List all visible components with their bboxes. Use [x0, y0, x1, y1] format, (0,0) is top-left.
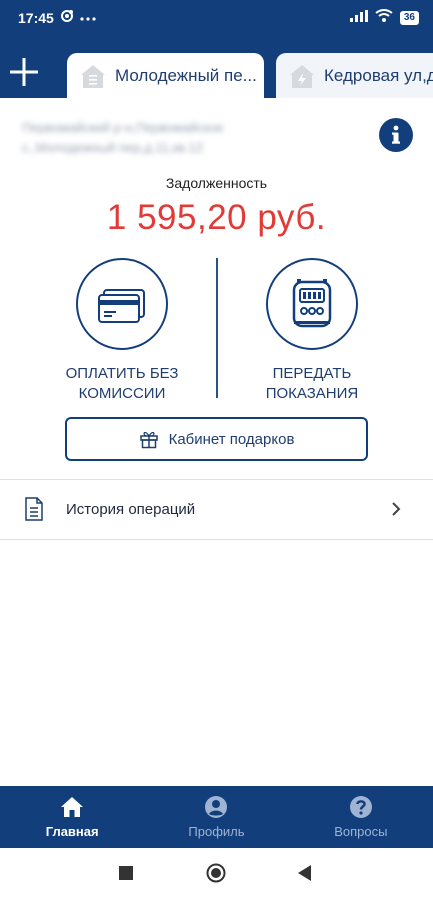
profile-icon: [205, 796, 228, 818]
account-tabs-bar: Молодежный пе... Кедровая ул,д: [0, 36, 433, 98]
pay-label-line-1: Оплатить без: [65, 365, 179, 382]
info-icon: [392, 125, 400, 144]
tab-label: Кедровая ул,д: [324, 65, 433, 85]
nav-home-label: Главная: [45, 824, 99, 839]
meters-circle: [266, 258, 358, 350]
pay-without-commission-button[interactable]: Оплатить без комиссии: [27, 258, 217, 404]
circle-icon: [206, 863, 226, 883]
document-icon: [24, 497, 44, 526]
meters-label-line-2: показания: [265, 385, 359, 402]
credit-card-icon: [98, 289, 145, 323]
address-line-2: с.,Молодежный пер,д.11,кв.12: [22, 140, 204, 155]
meter-icon: [292, 279, 332, 328]
nav-profile[interactable]: Профиль: [144, 786, 288, 848]
back-triangle-icon: [298, 865, 311, 881]
history-row[interactable]: История операций: [0, 480, 433, 539]
debt-amount: 1 595,20 руб.: [106, 198, 327, 237]
back-button[interactable]: [298, 865, 312, 886]
info-button[interactable]: [379, 118, 413, 152]
nav-questions-label: Вопросы: [334, 824, 388, 839]
more-dots-icon: [80, 9, 96, 27]
question-icon: [349, 796, 372, 818]
bottom-nav: Главная Профиль Вопросы: [0, 786, 433, 848]
wifi-icon: [375, 9, 393, 27]
chevron-right-icon: [390, 500, 402, 523]
add-account-button[interactable]: [6, 54, 42, 90]
tab-label: Молодежный пе...: [115, 65, 257, 85]
divider: [0, 539, 433, 540]
signal-icon: [349, 9, 368, 27]
submit-meter-readings-button[interactable]: Передать показания: [217, 258, 407, 404]
house-list-icon: [79, 62, 107, 90]
debt-label: Задолженность: [165, 175, 268, 191]
meters-label-line-1: Передать: [272, 365, 352, 382]
tab-account-kedrovaya[interactable]: Кедровая ул,д: [276, 53, 433, 98]
status-bar: 17:45 36: [0, 0, 433, 36]
account-address: Первомайский р-н,Первомайское с.,Молодеж…: [22, 118, 292, 158]
tab-account-molodezhny[interactable]: Молодежный пе...: [67, 53, 264, 98]
nav-questions[interactable]: Вопросы: [289, 786, 433, 848]
notification-icon: [60, 9, 74, 28]
square-icon: [119, 866, 133, 880]
house-lightning-icon: [288, 62, 316, 90]
plus-icon: [10, 58, 38, 86]
pay-circle: [76, 258, 168, 350]
gift-cabinet-label: Кабинет подарков: [168, 430, 295, 448]
address-line-1: Первомайский р-н,Первомайское: [22, 120, 224, 135]
home-system-button[interactable]: [206, 863, 226, 888]
gift-cabinet-button[interactable]: Кабинет подарков: [65, 417, 368, 461]
recent-apps-button[interactable]: [119, 866, 133, 885]
system-nav-bar: [0, 848, 433, 900]
history-label: История операций: [66, 501, 196, 518]
status-time: 17:45: [18, 10, 54, 26]
pay-label-line-2: комиссии: [78, 385, 166, 402]
nav-home[interactable]: Главная: [0, 786, 144, 848]
nav-profile-label: Профиль: [188, 824, 245, 839]
home-icon: [61, 797, 84, 817]
gift-icon: [139, 431, 158, 449]
battery-icon: 36: [399, 11, 419, 25]
